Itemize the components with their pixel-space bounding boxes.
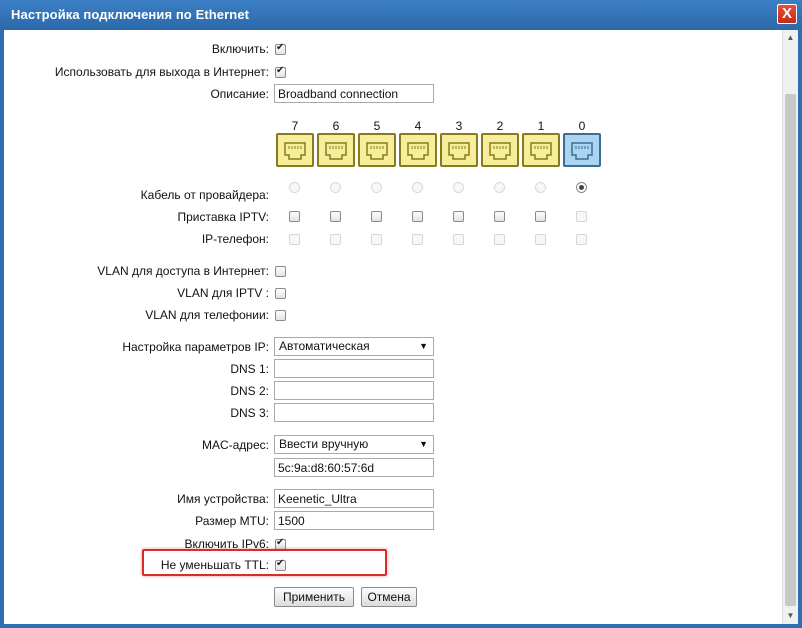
mac-mode-value: Ввести вручную: [279, 437, 369, 451]
scroll-up-icon[interactable]: ▲: [783, 30, 798, 46]
ethernet-port-4-icon: [399, 133, 437, 167]
ip-phone-label: IP-телефон:: [201, 232, 269, 246]
title-bar: Настройка подключения по Ethernet X: [0, 0, 802, 30]
dialog-window: Настройка подключения по Ethernet X Вклю…: [0, 0, 802, 628]
internet-label: Использовать для выхода в Интернет:: [54, 65, 269, 79]
mac-mode-select[interactable]: Ввести вручную ▼: [274, 435, 434, 454]
provider-radio-4[interactable]: [412, 182, 423, 193]
mtu-label: Размер MTU:: [195, 514, 269, 528]
close-button[interactable]: X: [777, 4, 797, 24]
iptv-checkbox-5[interactable]: [371, 211, 382, 222]
iptv-checkbox-2[interactable]: [494, 211, 505, 222]
provider-radio-1[interactable]: [535, 182, 546, 193]
port-number-3: 3: [455, 119, 463, 133]
ip-settings-label: Настройка параметров IP:: [122, 340, 269, 354]
ip-settings-select[interactable]: Автоматическая ▼: [274, 337, 434, 356]
ethernet-port-3-icon: [440, 133, 478, 167]
port-number-5: 5: [373, 119, 381, 133]
port-number-6: 6: [332, 119, 340, 133]
provider-cable-label: Кабель от провайдера:: [140, 188, 269, 202]
iptv-checkbox-3[interactable]: [453, 211, 464, 222]
vertical-scrollbar[interactable]: ▲ ▼: [782, 30, 798, 624]
ip-phone-checkbox-3: [453, 234, 464, 245]
ttl-label: Не уменьшать TTL:: [160, 558, 269, 572]
mac-address-input[interactable]: [274, 458, 434, 477]
chevron-down-icon: ▼: [419, 341, 428, 351]
port-number-2: 2: [496, 119, 504, 133]
port-number-0: 0: [578, 119, 586, 133]
scroll-down-icon[interactable]: ▼: [783, 608, 798, 624]
port-number-1: 1: [537, 119, 545, 133]
apply-button[interactable]: Применить: [274, 587, 354, 607]
vlan-internet-checkbox[interactable]: [275, 266, 286, 277]
provider-radio-0[interactable]: [576, 182, 587, 193]
ip-phone-checkbox-7: [289, 234, 300, 245]
vlan-iptv-checkbox[interactable]: [275, 288, 286, 299]
provider-radio-5[interactable]: [371, 182, 382, 193]
description-input[interactable]: [274, 84, 434, 103]
vlan-iptv-label: VLAN для IPTV :: [177, 286, 269, 300]
vlan-phone-checkbox[interactable]: [275, 310, 286, 321]
ethernet-port-1-icon: [522, 133, 560, 167]
provider-radio-7[interactable]: [289, 182, 300, 193]
port-number-7: 7: [291, 119, 299, 133]
provider-radio-6[interactable]: [330, 182, 341, 193]
chevron-down-icon: ▼: [419, 439, 428, 449]
iptv-checkbox-6[interactable]: [330, 211, 341, 222]
ip-phone-checkbox-1: [535, 234, 546, 245]
dialog-title: Настройка подключения по Ethernet: [11, 7, 250, 22]
ip-phone-checkbox-5: [371, 234, 382, 245]
cancel-button[interactable]: Отмена: [361, 587, 417, 607]
mac-label: MAC-адрес:: [201, 438, 269, 452]
ip-settings-value: Автоматическая: [279, 339, 370, 353]
dns2-label: DNS 2:: [230, 384, 269, 398]
device-name-input[interactable]: [274, 489, 434, 508]
ip-phone-checkbox-6: [330, 234, 341, 245]
ip-phone-checkbox-2: [494, 234, 505, 245]
iptv-checkbox-4[interactable]: [412, 211, 423, 222]
ip-phone-checkbox-0: [576, 234, 587, 245]
ethernet-port-0-icon: [563, 133, 601, 167]
internet-checkbox[interactable]: [275, 65, 286, 78]
dns1-input[interactable]: [274, 359, 434, 378]
dns1-label: DNS 1:: [230, 362, 269, 376]
description-label: Описание:: [210, 87, 269, 101]
dialog-content: Включить: Использовать для выхода в Инте…: [4, 30, 798, 624]
dns3-label: DNS 3:: [230, 406, 269, 420]
enable-checkbox[interactable]: [275, 42, 286, 55]
dns2-input[interactable]: [274, 381, 434, 400]
ethernet-port-6-icon: [317, 133, 355, 167]
ttl-checkbox[interactable]: [275, 558, 286, 571]
dns3-input[interactable]: [274, 403, 434, 422]
provider-radio-3[interactable]: [453, 182, 464, 193]
port-number-4: 4: [414, 119, 422, 133]
ethernet-port-2-icon: [481, 133, 519, 167]
scroll-thumb[interactable]: [785, 94, 796, 606]
mtu-input[interactable]: [274, 511, 434, 530]
ethernet-port-5-icon: [358, 133, 396, 167]
iptv-label: Приставка IPTV:: [177, 210, 270, 224]
iptv-checkbox-0: [576, 211, 587, 222]
ip-phone-checkbox-4: [412, 234, 423, 245]
ethernet-port-7-icon: [276, 133, 314, 167]
vlan-phone-label: VLAN для телефонии:: [145, 308, 269, 322]
iptv-checkbox-1[interactable]: [535, 211, 546, 222]
enable-label: Включить:: [211, 42, 269, 56]
provider-radio-2[interactable]: [494, 182, 505, 193]
device-name-label: Имя устройства:: [177, 492, 269, 506]
vlan-internet-label: VLAN для доступа в Интернет:: [97, 264, 269, 278]
iptv-checkbox-7[interactable]: [289, 211, 300, 222]
